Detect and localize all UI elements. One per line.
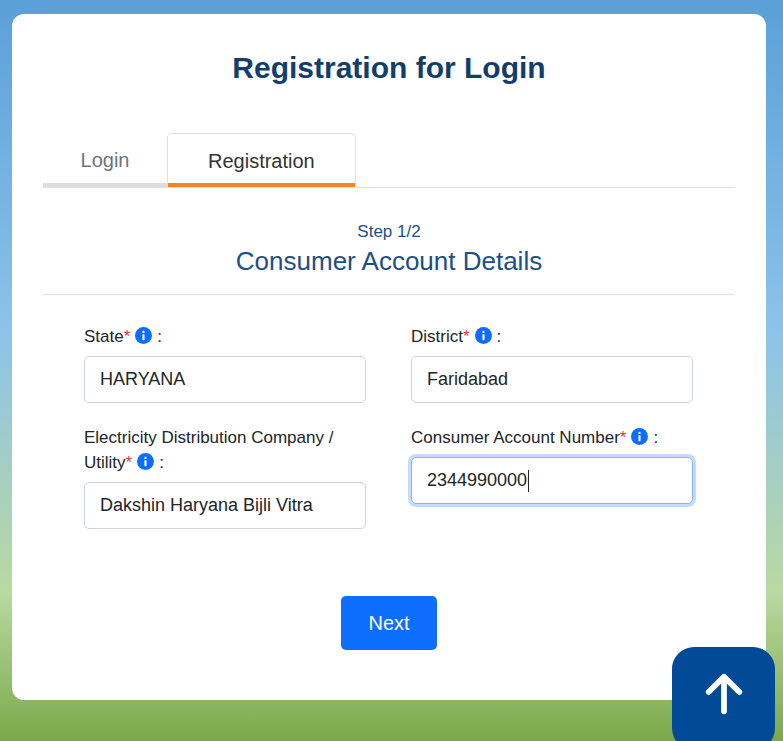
arrow-up-icon — [701, 671, 747, 717]
form-actions: Next — [12, 596, 766, 650]
form: State*: HARYANA District*: Faridabad Electri… — [84, 324, 766, 529]
next-button[interactable]: Next — [341, 596, 436, 650]
field-input[interactable]: HARYANA — [84, 356, 366, 403]
required-mark: * — [126, 453, 133, 472]
field-input[interactable]: 2344990000 — [411, 457, 693, 504]
info-icon[interactable] — [135, 327, 152, 344]
step-indicator: Step 1/2 — [12, 221, 766, 243]
info-icon[interactable] — [475, 327, 492, 344]
info-icon[interactable] — [137, 453, 154, 470]
info-icon[interactable] — [631, 428, 648, 445]
tab[interactable]: Login — [43, 133, 167, 187]
section-divider — [43, 294, 734, 295]
form-row: Electricity Distribution Company / Utili… — [84, 425, 766, 529]
field-label: Consumer Account Number*: — [411, 425, 693, 450]
form-field: State*: HARYANA — [84, 324, 366, 403]
field-label: State*: — [84, 324, 366, 349]
form-row: State*: HARYANA District*: Faridabad — [84, 324, 766, 403]
required-mark: * — [463, 327, 470, 346]
form-field: Electricity Distribution Company / Utili… — [84, 425, 366, 529]
page: Registration for Login LoginRegistration S… — [0, 0, 783, 741]
page-title: Registration for Login — [12, 14, 766, 86]
form-field: District*: Faridabad — [411, 324, 693, 403]
scroll-top-button[interactable] — [672, 647, 775, 741]
required-mark: * — [124, 327, 131, 346]
field-label: District*: — [411, 324, 693, 349]
section-title: Consumer Account Details — [12, 245, 766, 277]
registration-card: Registration for Login LoginRegistration S… — [12, 14, 766, 700]
tab[interactable]: Registration — [167, 133, 356, 187]
tab-bar: LoginRegistration — [43, 133, 735, 188]
field-label: Electricity Distribution Company / Utili… — [84, 425, 366, 475]
field-input[interactable]: Faridabad — [411, 356, 693, 403]
required-mark: * — [620, 428, 627, 447]
text-caret — [528, 470, 529, 492]
field-input[interactable]: Dakshin Haryana Bijli Vitra — [84, 482, 366, 529]
form-field: Consumer Account Number*: 2344990000 — [411, 425, 693, 504]
